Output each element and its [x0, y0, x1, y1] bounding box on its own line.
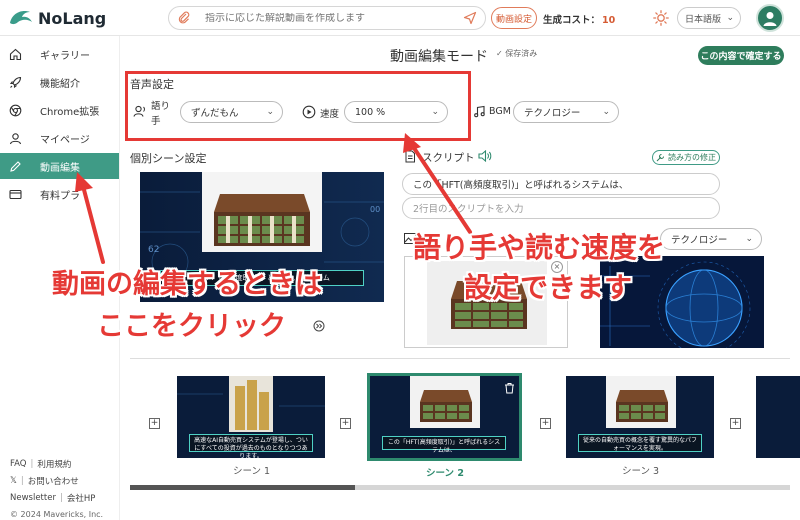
prompt-input[interactable]: [205, 12, 463, 24]
annotation-left-line2: ここをクリック: [97, 311, 286, 342]
bgm-select[interactable]: テクノロジー ⌄: [513, 101, 619, 123]
footer-links-row-3: Newsletter | 会社HP: [10, 492, 96, 504]
prompt-box[interactable]: [168, 6, 486, 30]
svg-text:00: 00: [370, 205, 380, 214]
chevron-down-icon: ⌄: [726, 13, 734, 23]
newsletter-link[interactable]: Newsletter: [10, 493, 56, 503]
chevron-down-icon: ⌄: [602, 107, 610, 117]
send-icon[interactable]: [463, 11, 477, 25]
timeline-divider: [130, 358, 790, 359]
timeline-scene-2-active[interactable]: この「HFT(高頻度取引)」と呼ばれるシステムは、: [367, 373, 522, 461]
add-scene-button[interactable]: +: [149, 418, 160, 429]
sidebar-item-mypage[interactable]: マイページ: [0, 125, 119, 151]
user-icon: [8, 131, 22, 145]
scene-1-caption: 高速なAI自動売買システムが登場し、ついにすべての投資が過去のものとなりつつあり…: [189, 434, 313, 458]
wrench-icon: [656, 154, 664, 162]
sidebar-item-paid-plan[interactable]: 有料プラ: [0, 181, 119, 207]
annotation-right-line1: 語り手や読む速度を: [413, 231, 666, 264]
paperclip-icon[interactable]: [177, 11, 191, 25]
sun-icon[interactable]: [653, 10, 669, 26]
add-scene-button[interactable]: +: [340, 418, 351, 429]
add-scene-button[interactable]: +: [540, 418, 551, 429]
rocket-icon: [8, 75, 22, 89]
chevron-down-icon: ⌄: [745, 234, 753, 244]
app-header: NoLang 動画設定 生成コスト：10 日本語版 ⌄: [0, 0, 800, 36]
logo-text: NoLang: [38, 8, 107, 28]
dolphin-logo-icon: [10, 11, 32, 25]
chrome-icon: [8, 103, 22, 117]
terms-link[interactable]: 利用規約: [37, 458, 71, 470]
home-icon: [8, 47, 22, 61]
timeline-scrollbar-thumb[interactable]: [130, 485, 355, 490]
saved-status: ✓ 保存済み: [496, 49, 538, 58]
footer-links-row-2: 𝕏 | お問い合わせ: [10, 475, 79, 487]
scene-1-label: シーン 1: [233, 466, 271, 477]
logo[interactable]: NoLang: [8, 6, 106, 30]
scene-2-label: シーン 2: [426, 468, 464, 479]
music-note-icon: [474, 105, 485, 118]
page-title: 動画編集モード: [390, 49, 488, 65]
script-line-2[interactable]: 2行目のスクリプトを入力: [402, 197, 720, 219]
scene-3-label: シーン 3: [622, 466, 660, 477]
faq-link[interactable]: FAQ: [10, 459, 26, 469]
pencil-icon: [8, 159, 22, 173]
cost-value: 10: [602, 15, 616, 26]
voice-settings-highlight: [125, 71, 471, 141]
sidebar-item-video-edit[interactable]: 動画編集: [0, 153, 119, 179]
timeline-scene-4-partial[interactable]: [756, 376, 800, 458]
next-scene-icon[interactable]: [313, 320, 325, 332]
reading-fix-button[interactable]: 読み方の修正: [652, 150, 720, 165]
scene-3-caption: 従来の自動売買の概念を覆す驚異的なパフォーマンスを実現。: [578, 434, 702, 452]
language-select[interactable]: 日本語版 ⌄: [677, 7, 741, 29]
trash-icon[interactable]: [504, 382, 515, 394]
script-line-1[interactable]: この「HFT(高頻度取引)」と呼ばれるシステムは、: [402, 173, 720, 195]
scene-2-caption: この「HFT(高頻度取引)」と呼ばれるシステムは、: [382, 436, 506, 454]
sidebar-item-features[interactable]: 機能紹介: [0, 69, 119, 95]
bgm-label-text: BGM: [489, 106, 511, 117]
avatar[interactable]: [756, 4, 784, 32]
document-icon: [405, 150, 415, 163]
timeline-scene-1[interactable]: 高速なAI自動売買システムが登場し、ついにすべての投資が過去のものとなりつつあり…: [177, 376, 325, 458]
sidebar-item-chrome[interactable]: Chrome拡張: [0, 97, 119, 123]
x-icon[interactable]: 𝕏: [10, 476, 17, 486]
generation-cost: 生成コスト： 10: [543, 15, 616, 26]
add-scene-button[interactable]: +: [730, 418, 741, 429]
timeline-scene-3[interactable]: 従来の自動売買の概念を覆す驚異的なパフォーマンスを実現。: [566, 376, 714, 458]
annotation-right-line2: 設定できます: [464, 271, 633, 304]
speaker-volume-icon[interactable]: [478, 150, 492, 162]
copyright: © 2024 Mavericks, Inc.: [10, 510, 104, 519]
user-avatar-icon: [763, 12, 777, 26]
image-genre-select[interactable]: テクノロジー ⌄: [660, 228, 762, 250]
footer-links-row-1: FAQ | 利用規約: [10, 458, 72, 470]
annotation-left-line1: 動画の編集するときは: [52, 269, 322, 300]
confirm-button[interactable]: この内容で確定する: [698, 46, 784, 65]
company-link[interactable]: 会社HP: [67, 492, 96, 504]
scene-settings-title: 個別シーン設定: [130, 152, 207, 165]
svg-text:62: 62: [148, 245, 159, 255]
card-icon: [8, 187, 22, 201]
contact-link[interactable]: お問い合わせ: [28, 475, 79, 487]
sidebar-item-gallery[interactable]: ギャラリー: [0, 41, 119, 67]
script-title: スクリプト: [422, 152, 475, 164]
video-settings-button[interactable]: 動画設定: [491, 7, 537, 29]
